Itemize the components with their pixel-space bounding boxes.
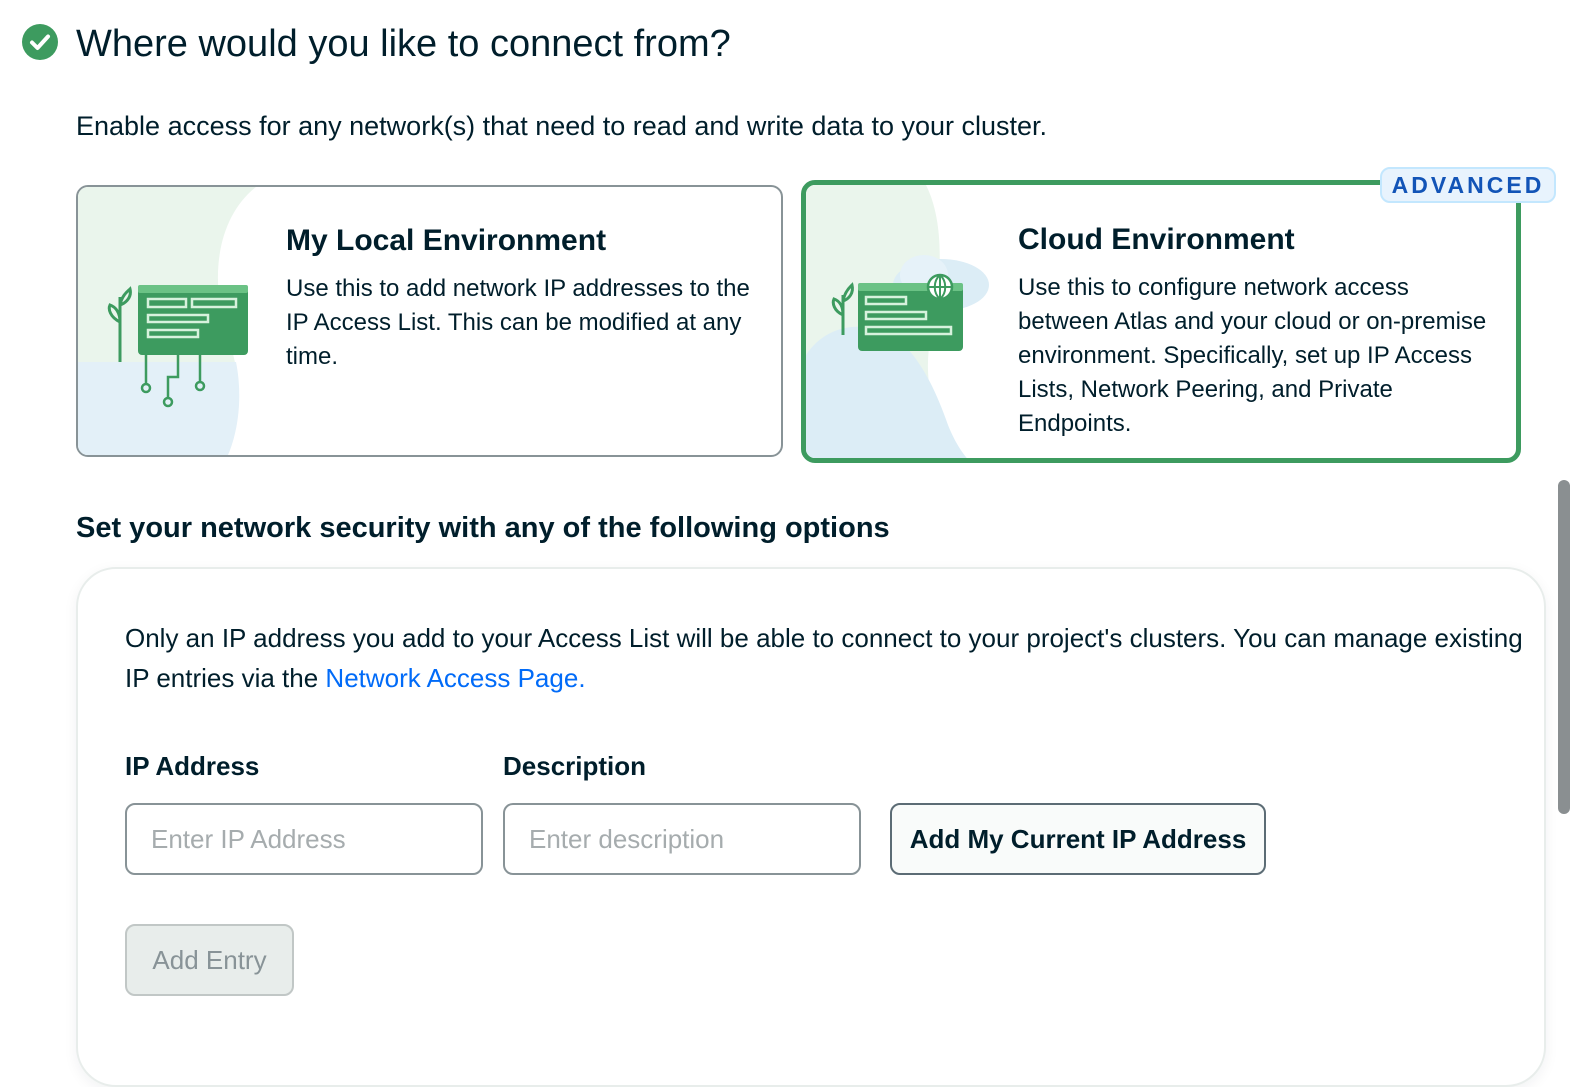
local-environment-card[interactable]: My Local Environment Use this to add net… [76,185,783,457]
local-environment-description: Use this to add network IP addresses to … [286,275,750,370]
network-access-page-link[interactable]: Network Access Page. [325,663,585,693]
access-list-info: Only an IP address you add to your Acces… [125,618,1525,698]
page-subtitle: Enable access for any network(s) that ne… [76,111,1048,141]
page-title: Where would you like to connect from? [76,23,731,65]
scrollbar-thumb[interactable] [1558,480,1570,814]
cloud-environment-card[interactable]: Cloud Environment Use this to configure … [801,180,1521,463]
advanced-badge: ADVANCED [1380,167,1556,203]
local-environment-title: My Local Environment [286,224,607,257]
ip-address-input[interactable] [125,803,483,875]
cloud-environment-illustration [806,185,989,458]
network-security-heading: Set your network security with any of th… [76,512,890,544]
add-current-ip-button[interactable]: Add My Current IP Address [890,803,1266,875]
cloud-environment-description: Use this to configure network access bet… [1018,274,1487,437]
description-input[interactable] [503,803,861,875]
description-label: Description [503,751,647,781]
ip-address-label: IP Address [125,751,260,781]
check-circle-icon [22,24,58,60]
add-entry-button[interactable]: Add Entry [125,924,294,996]
cloud-environment-title: Cloud Environment [1018,223,1295,256]
